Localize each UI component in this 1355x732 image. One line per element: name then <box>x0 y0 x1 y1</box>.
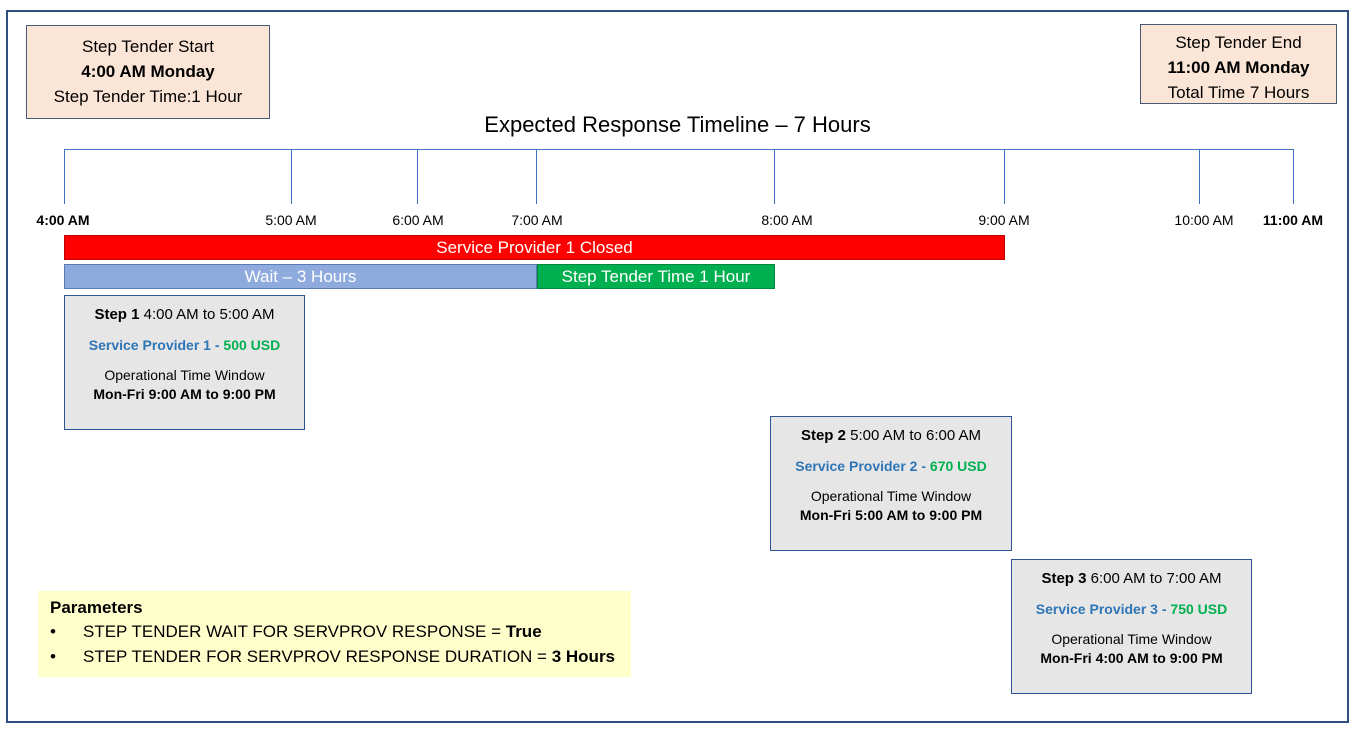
tick-label-5: 9:00 AM <box>978 212 1030 228</box>
tick-label-0: 4:00 AM <box>36 212 90 228</box>
tick-label-6: 10:00 AM <box>1174 212 1234 228</box>
timeline-tick-0 <box>64 149 65 204</box>
timeline-tick-7 <box>1293 149 1294 204</box>
step-1-window-label: Operational Time Window <box>104 367 265 383</box>
parameters-title: Parameters <box>50 598 143 617</box>
step-3-header: Step 3 6:00 AM to 7:00 AM <box>1012 570 1251 587</box>
bullet-icon: • <box>50 647 56 666</box>
parameter-item-1: • STEP TENDER WAIT FOR SERVPROV RESPONSE… <box>50 619 631 644</box>
step-1-time: 4:00 AM to 5:00 AM <box>143 306 275 323</box>
start-box-line1: Step Tender Start <box>82 37 214 56</box>
step-3-provider-line: Service Provider 3 - 750 USD <box>1012 601 1251 617</box>
parameter-1-label: STEP TENDER WAIT FOR SERVPROV RESPONSE = <box>83 622 506 641</box>
tick-label-1: 5:00 AM <box>265 212 317 228</box>
step-3-label: Step 3 <box>1041 570 1087 587</box>
start-box-line3: Step Tender Time:1 Hour <box>53 87 243 106</box>
step-3-price: 750 USD <box>1170 601 1228 617</box>
step-1-window: Mon-Fri 9:00 AM to 9:00 PM <box>93 386 276 402</box>
timeline-tick-3 <box>536 149 537 204</box>
bullet-icon: • <box>50 622 56 641</box>
step-3-time: 6:00 AM to 7:00 AM <box>1090 570 1222 587</box>
timeline-tick-6 <box>1199 149 1200 204</box>
step-3-window-label: Operational Time Window <box>1051 631 1212 647</box>
step-2-label: Step 2 <box>800 427 846 444</box>
step-2-header: Step 2 5:00 AM to 6:00 AM <box>771 427 1011 444</box>
provider-closed-bar: Service Provider 1 Closed <box>64 235 1005 260</box>
step-1-provider: Service Provider 1 - <box>88 337 224 353</box>
timeline-tick-1 <box>291 149 292 204</box>
start-box-line2: 4:00 AM Monday <box>81 62 215 81</box>
step-1-header: Step 1 4:00 AM to 5:00 AM <box>65 306 304 323</box>
step-tender-time-bar: Step Tender Time 1 Hour <box>537 264 775 289</box>
tick-label-3: 7:00 AM <box>511 212 563 228</box>
step-1-label: Step 1 <box>94 306 140 323</box>
step-2-time: 5:00 AM to 6:00 AM <box>850 427 982 444</box>
timeline-tick-5 <box>1004 149 1005 204</box>
step-2-provider-line: Service Provider 2 - 670 USD <box>771 458 1011 474</box>
wait-bar: Wait – 3 Hours <box>64 264 537 289</box>
end-box-line3: Total Time 7 Hours <box>1167 83 1310 102</box>
step-2-price: 670 USD <box>929 458 987 474</box>
step-tender-end-box: Step Tender End 11:00 AM Monday Total Ti… <box>1140 24 1337 104</box>
step-3-window: Mon-Fri 4:00 AM to 9:00 PM <box>1040 650 1223 666</box>
parameter-2-label: STEP TENDER FOR SERVPROV RESPONSE DURATI… <box>83 647 552 666</box>
step-3-provider: Service Provider 3 - <box>1035 601 1171 617</box>
end-box-line2: 11:00 AM Monday <box>1167 58 1310 77</box>
parameter-2-value: 3 Hours <box>551 647 616 666</box>
step-2-window: Mon-Fri 5:00 AM to 9:00 PM <box>799 507 983 523</box>
tick-label-7: 11:00 AM <box>1262 212 1324 228</box>
step-3-box: Step 3 6:00 AM to 7:00 AM Service Provid… <box>1011 559 1252 694</box>
end-box-line1: Step Tender End <box>1175 33 1302 52</box>
timeline-tick-4 <box>774 149 775 204</box>
step-2-box: Step 2 5:00 AM to 6:00 AM Service Provid… <box>770 416 1012 551</box>
parameter-1-value: True <box>505 622 542 641</box>
step-2-provider: Service Provider 2 - <box>795 458 930 474</box>
step-2-window-label: Operational Time Window <box>810 488 972 504</box>
timeline-axis <box>64 149 1294 150</box>
tick-label-2: 6:00 AM <box>392 212 444 228</box>
step-1-price: 500 USD <box>223 337 281 353</box>
step-tender-start-box: Step Tender Start 4:00 AM Monday Step Te… <box>26 25 270 119</box>
parameters-box: Parameters • STEP TENDER WAIT FOR SERVPR… <box>38 591 631 677</box>
timeline-title: Expected Response Timeline – 7 Hours <box>484 112 871 137</box>
step-1-provider-line: Service Provider 1 - 500 USD <box>65 337 304 353</box>
tick-label-4: 8:00 AM <box>761 212 813 228</box>
step-1-box: Step 1 4:00 AM to 5:00 AM Service Provid… <box>64 295 305 430</box>
parameter-item-2: • STEP TENDER FOR SERVPROV RESPONSE DURA… <box>50 644 631 669</box>
timeline-tick-2 <box>417 149 418 204</box>
